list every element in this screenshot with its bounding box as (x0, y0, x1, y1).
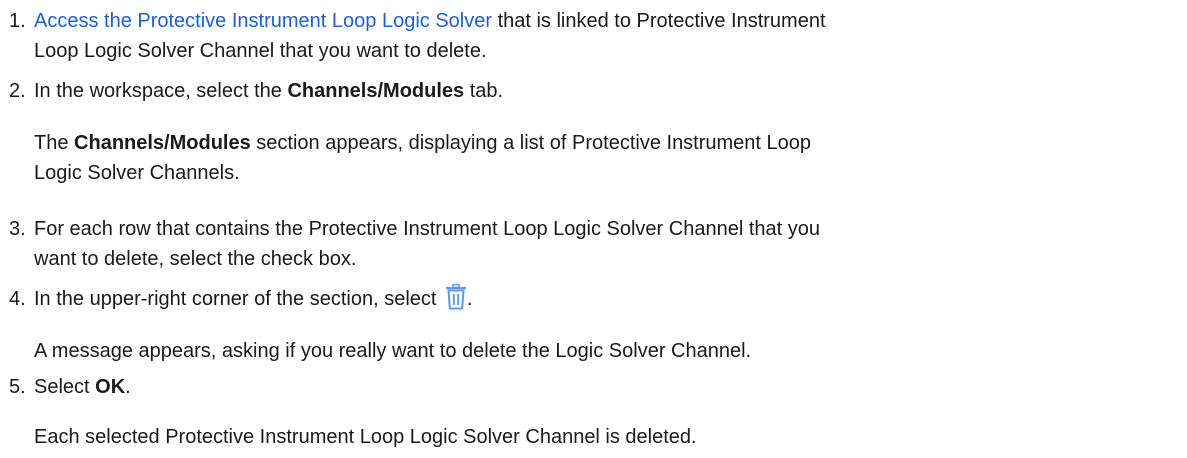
step-number: 3. (9, 218, 26, 240)
step-2: 2. In the workspace, select the Channels… (0, 76, 1187, 106)
step-4-text: In the upper-right corner of the section… (34, 288, 442, 310)
step-5: 5. Select OK. (0, 372, 1187, 402)
step-2-result-line-1: The Channels/Modules section appears, di… (34, 128, 1187, 158)
step-4-result: A message appears, asking if you really … (0, 336, 1187, 366)
step-1-line-2: Loop Logic Solver Channel that you want … (34, 40, 487, 62)
step-2-result-text-rest: section appears, displaying a list of Pr… (250, 132, 812, 154)
logic-solver-link[interactable]: Access the Protective Instrument Loop Lo… (34, 10, 492, 32)
step-3-line-2: want to delete, select the check box. (34, 248, 357, 270)
channels-modules-tab-label: Channels/Modules (287, 80, 465, 102)
step-3-line-1: For each row that contains the Protectiv… (34, 218, 820, 240)
step-2-result-line-2: Logic Solver Channels. (34, 162, 240, 184)
ok-button-label: OK (95, 376, 126, 398)
step-5-result: Each selected Protective Instrument Loop… (0, 422, 1187, 452)
step-4-result-text: A message appears, asking if you really … (34, 340, 752, 362)
step-2-text-end: tab. (464, 80, 504, 102)
step-1-line-1: Access the Protective Instrument Loop Lo… (34, 6, 1187, 36)
step-1-text: that is linked to Protective Instrument (492, 10, 826, 32)
channels-modules-section-label: Channels/Modules (74, 132, 251, 154)
step-4: 4. In the upper-right corner of the sect… (0, 283, 1187, 314)
step-2-result-text: The (34, 132, 75, 154)
step-4-text-end: . (467, 288, 473, 310)
step-number: 5. (9, 376, 26, 398)
step-3: 3. For each row that contains the Protec… (0, 214, 1187, 274)
step-number: 2. (9, 80, 26, 102)
step-2-text: In the workspace, select the (34, 80, 288, 102)
step-number: 1. (9, 10, 26, 32)
step-5-instruction: Select OK. (34, 372, 1187, 402)
step-1: 1. Access the Protective Instrument Loop… (0, 6, 1187, 66)
step-number: 4. (9, 288, 26, 310)
step-4-instruction: In the upper-right corner of the section… (34, 283, 1187, 314)
step-5-text: Select (34, 376, 96, 398)
step-5-result-text: Each selected Protective Instrument Loop… (34, 426, 697, 448)
step-2-result: The Channels/Modules section appears, di… (0, 128, 1187, 188)
step-5-text-end: . (125, 376, 131, 398)
step-2-instruction: In the workspace, select the Channels/Mo… (34, 76, 1187, 106)
trash-icon (445, 283, 467, 310)
